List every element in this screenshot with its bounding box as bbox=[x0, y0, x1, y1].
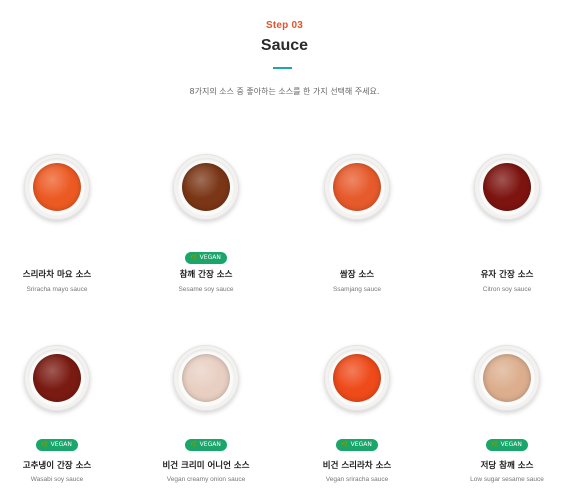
sauce-option-sesame-soy[interactable]: 🌿 VEGAN 참깨 간장 소스 Sesame soy sauce bbox=[151, 154, 261, 293]
leaf-icon: 🌿 bbox=[190, 441, 198, 448]
sauce-option-low-sugar-sesame[interactable]: 🌿 VEGAN 저당 참깨 소스 Low sugar sesame sauce bbox=[452, 345, 562, 483]
vegan-badge: 🌿 VEGAN bbox=[185, 252, 227, 264]
leaf-icon: 🌿 bbox=[491, 441, 499, 448]
sauce-name: 참깨 간장 소스 bbox=[179, 270, 233, 280]
leaf-icon: 🌿 bbox=[41, 441, 49, 448]
sauce-name: 비건 스리라차 소스 bbox=[322, 461, 392, 471]
title-divider bbox=[273, 67, 292, 69]
sauce-bowl-image bbox=[474, 345, 540, 411]
sauce-english-name: Vegan creamy onion sauce bbox=[166, 476, 246, 483]
leaf-icon: 🌿 bbox=[190, 254, 198, 261]
sauce-name: 고추냉이 간장 소스 bbox=[22, 461, 92, 471]
sauce-name: 쌈장 소스 bbox=[339, 270, 375, 280]
leaf-icon: 🌿 bbox=[341, 441, 349, 448]
sauce-bowl-image bbox=[24, 345, 90, 411]
sauce-option-vegan-sriracha[interactable]: 🌿 VEGAN 비건 스리라차 소스 Vegan sriracha sauce bbox=[302, 345, 412, 483]
vegan-badge: 🌿 VEGAN bbox=[336, 439, 378, 451]
sauce-english-name: Low sugar sesame sauce bbox=[470, 476, 544, 483]
sauce-name: 비건 크리미 어니언 소스 bbox=[162, 461, 250, 471]
sauce-english-name: Wasabi soy sauce bbox=[30, 476, 84, 483]
step-label: Step 03 bbox=[266, 20, 303, 31]
sauce-name: 유자 간장 소스 bbox=[480, 270, 534, 280]
vegan-badge: 🌿 VEGAN bbox=[185, 439, 227, 451]
sauce-bowl-image bbox=[474, 154, 540, 220]
sauce-english-name: Sesame soy sauce bbox=[178, 286, 234, 293]
sauce-bowl-image bbox=[324, 345, 390, 411]
sauce-english-name: Citron soy sauce bbox=[482, 286, 532, 293]
sauce-english-name: Ssamjang sauce bbox=[332, 286, 382, 293]
sauce-english-name: Vegan sriracha sauce bbox=[325, 476, 389, 483]
vegan-badge: 🌿 VEGAN bbox=[486, 439, 528, 451]
sauce-option-ssamjang[interactable]: 쌈장 소스 Ssamjang sauce bbox=[302, 154, 412, 293]
sauce-bowl-image bbox=[173, 345, 239, 411]
sauce-option-citron-soy[interactable]: 유자 간장 소스 Citron soy sauce bbox=[452, 154, 562, 293]
sauce-option-wasabi-soy[interactable]: 🌿 VEGAN 고추냉이 간장 소스 Wasabi soy sauce bbox=[2, 345, 112, 483]
sauce-option-vegan-creamy-onion[interactable]: 🌿 VEGAN 비건 크리미 어니언 소스 Vegan creamy onion … bbox=[151, 345, 261, 483]
sauce-bowl-image bbox=[324, 154, 390, 220]
sauce-bowl-image bbox=[24, 154, 90, 220]
sauce-english-name: Sriracha mayo sauce bbox=[26, 286, 88, 293]
page-subtitle: 8가지의 소스 중 좋아하는 소스를 한 가지 선택해 주세요. bbox=[189, 87, 380, 96]
sauce-name: 저당 참깨 소스 bbox=[480, 461, 534, 471]
sauce-bowl-image bbox=[173, 154, 239, 220]
page-title: Sauce bbox=[260, 37, 309, 54]
sauce-name: 스리라차 마요 소스 bbox=[22, 270, 92, 280]
sauce-option-sriracha-mayo[interactable]: 스리라차 마요 소스 Sriracha mayo sauce bbox=[2, 154, 112, 293]
vegan-badge: 🌿 VEGAN bbox=[36, 439, 78, 451]
